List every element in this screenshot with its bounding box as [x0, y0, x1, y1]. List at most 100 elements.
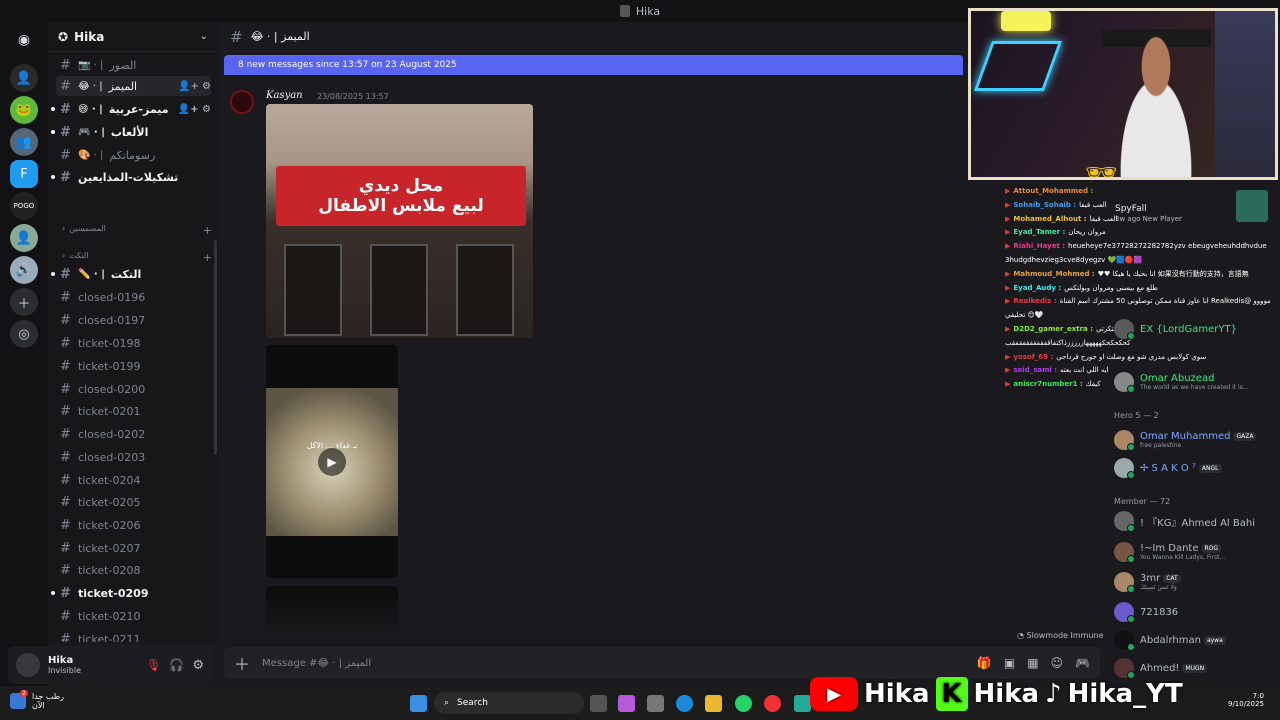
server-green-icon[interactable]: 🐸 [10, 96, 38, 124]
tiktok-icon: ♪ [1045, 679, 1062, 709]
sidebar-scrollbar[interactable] [214, 240, 217, 455]
member-section-header[interactable]: Hero 5 — 2 [1114, 411, 1159, 420]
server-voice-icon[interactable]: 🔊 [10, 256, 38, 284]
add-channel-icon[interactable]: + [203, 251, 212, 264]
channel-item[interactable]: # 🎨 · | رسوماتكم [56, 145, 211, 165]
channel-item[interactable]: # تشكيلات-المذايعين [51, 167, 211, 187]
channel-label: ticket-0204 [78, 473, 141, 487]
channel-item[interactable]: # 😂 · | الميمز 👤+ ⚙ [56, 76, 211, 96]
member-item[interactable]: Omar Muhammed GAZA free palestine [1114, 427, 1280, 453]
channel-item[interactable]: # 📷 · | الصور [56, 55, 211, 75]
gif-icon[interactable]: ▣ [1004, 656, 1015, 670]
discover-icon[interactable]: ◎ [10, 320, 38, 348]
server-hika-icon[interactable]: 👤 [10, 64, 38, 92]
channel-item[interactable]: # ticket-0211 [56, 629, 211, 643]
hash-icon: # [60, 517, 71, 533]
gift-icon[interactable]: 🎁 [977, 656, 992, 670]
bookshelf [1215, 11, 1275, 177]
emoji-icon[interactable]: ☺ [1051, 656, 1064, 670]
channel-item[interactable]: # ticket-0198 [56, 333, 211, 353]
yt-chat-message: ▶ Eyad_Tamer : مروان ريحان [1005, 226, 1270, 240]
channel-item[interactable]: # 🎮 · | الألعاب [51, 122, 211, 142]
taskbar-search[interactable]: ⌕ Search [434, 692, 584, 714]
server-f-icon[interactable]: F [10, 160, 38, 188]
channel-item[interactable]: # ticket-0208 [56, 560, 211, 580]
channel-settings-icon[interactable]: 👤+ ⚙ [178, 104, 211, 115]
add-server-icon[interactable]: ＋ [10, 288, 38, 316]
message-image-shop[interactable]: محل ديدي لبيع ملابس الاطفال [266, 104, 533, 338]
youtube-icon: ▶ [1005, 324, 1011, 333]
guild-tag-badge: ANGL [1198, 463, 1222, 473]
member-item[interactable]: 721836 [1114, 599, 1280, 625]
channel-item[interactable]: # closed-0197 [56, 310, 211, 330]
channel-category[interactable]: › التكت + [62, 251, 212, 264]
yt-chat-text: انا عاوز قناة ممكن توصلوني 50 مشترك اسم … [1059, 297, 1270, 306]
channel-item[interactable]: # ticket-0204 [56, 470, 211, 490]
channel-label: ticket-0198 [78, 336, 141, 350]
store-icon[interactable] [647, 695, 664, 712]
channel-item[interactable]: # ticket-0206 [56, 515, 211, 535]
channel-item[interactable]: # ticket-0201 [56, 401, 211, 421]
slowmode-label: ◔ Slowmode Immune [1017, 631, 1104, 640]
channel-category[interactable]: › المسمسين + [62, 224, 212, 237]
hash-icon: # [60, 381, 71, 397]
member-item[interactable]: 3mr CAT وَلَا تَنسَ نَصِيبَكَ [1114, 569, 1280, 595]
chevron-down-icon[interactable]: ⌄ [200, 31, 208, 42]
deafen-icon[interactable]: 🎧 [169, 658, 184, 672]
windows-start-icon[interactable] [410, 695, 427, 712]
member-section-header[interactable]: Member — 72 [1114, 497, 1170, 506]
gear-icon[interactable]: ⚙ [192, 658, 204, 673]
message-video-partial[interactable] [266, 586, 398, 636]
yt-chat-text: heueheye7e37728272282782yzv ebeugveheuhd… [1068, 242, 1267, 251]
channel-item[interactable]: # ticket-0210 [56, 606, 211, 626]
server-header[interactable]: ✪ Hika ⌄ [48, 22, 218, 52]
channel-item[interactable]: # ticket-0209 [51, 583, 211, 603]
new-messages-banner[interactable]: 8 new messages since 13:57 on 23 August … [224, 55, 963, 75]
edge-icon[interactable] [676, 695, 693, 712]
whatsapp-icon[interactable] [735, 695, 752, 712]
file-explorer-icon[interactable] [705, 695, 722, 712]
yt-chat-user: Eyad_Tamer : [1013, 228, 1066, 237]
message-video[interactable]: بـ غداء ... الاكل ▶ [266, 345, 398, 578]
member-item[interactable]: Abdalrhman aywa [1114, 627, 1280, 653]
sticker-icon[interactable]: ▦ [1027, 656, 1038, 670]
channel-item[interactable]: # closed-0203 [56, 447, 211, 467]
channel-item[interactable]: # 😄 · | ميمز-عربية 👤+ ⚙ [51, 99, 211, 119]
channel-item[interactable]: # ticket-0207 [56, 538, 211, 558]
server-pogo-icon[interactable]: POGO [10, 192, 38, 220]
channel-item[interactable]: # closed-0200 [56, 379, 211, 399]
chrome-icon[interactable] [764, 695, 781, 712]
discord-home-icon[interactable]: ◉ [10, 26, 38, 54]
server-group-icon[interactable]: 👥 [10, 128, 38, 156]
slowmode-text: Slowmode Immune [1026, 631, 1104, 640]
channel-item[interactable]: # closed-0196 [56, 287, 211, 307]
apps-icon[interactable]: 🎮 [1075, 656, 1090, 670]
youtube-icon: ▶ [1005, 297, 1011, 306]
message-author[interactable]: Kasyan [266, 90, 303, 101]
stream-branding: ▶ Hika K Hika ♪ Hika_YT [810, 672, 1280, 716]
member-item[interactable]: ! 『KG』Ahmed Al Bahi [1114, 508, 1280, 534]
member-item[interactable]: ✢ S A K O ⁷ ANGL [1114, 455, 1280, 481]
member-item[interactable]: EX {LordGamerYT} [1114, 316, 1280, 342]
member-item[interactable]: Omar Abuzead The world as we have created… [1114, 369, 1280, 395]
channel-item[interactable]: # ✏️ · | التكت [51, 264, 211, 284]
avatar[interactable] [16, 653, 40, 677]
play-icon[interactable]: ▶ [318, 448, 346, 476]
author-avatar[interactable] [230, 90, 254, 114]
channel-item[interactable]: # closed-0202 [56, 424, 211, 444]
copilot-icon[interactable] [618, 695, 635, 712]
message-input[interactable]: Message #😂 · | الميمز [262, 658, 371, 669]
channel-item[interactable]: # ticket-0205 [56, 492, 211, 512]
weather-widget[interactable]: 2 رطب جدا الآن [10, 690, 64, 710]
channel-item[interactable]: # ticket-0199 [56, 356, 211, 376]
member-name: !~Im Dante [1140, 543, 1199, 554]
server-avatar-icon[interactable]: 👤 [10, 224, 38, 252]
app-icon[interactable] [794, 695, 811, 712]
member-item[interactable]: !~Im Dante ROG You Wanna Kill Ladys, First… [1114, 539, 1280, 565]
add-channel-icon[interactable]: + [203, 224, 212, 237]
attach-plus-icon[interactable]: ＋ [234, 651, 250, 675]
mute-mic-icon[interactable]: 🎙 [146, 658, 161, 672]
task-view-icon[interactable] [590, 695, 607, 712]
channel-settings-icon[interactable]: 👤+ ⚙ [178, 81, 211, 92]
channel-label: ticket-0206 [78, 518, 141, 532]
